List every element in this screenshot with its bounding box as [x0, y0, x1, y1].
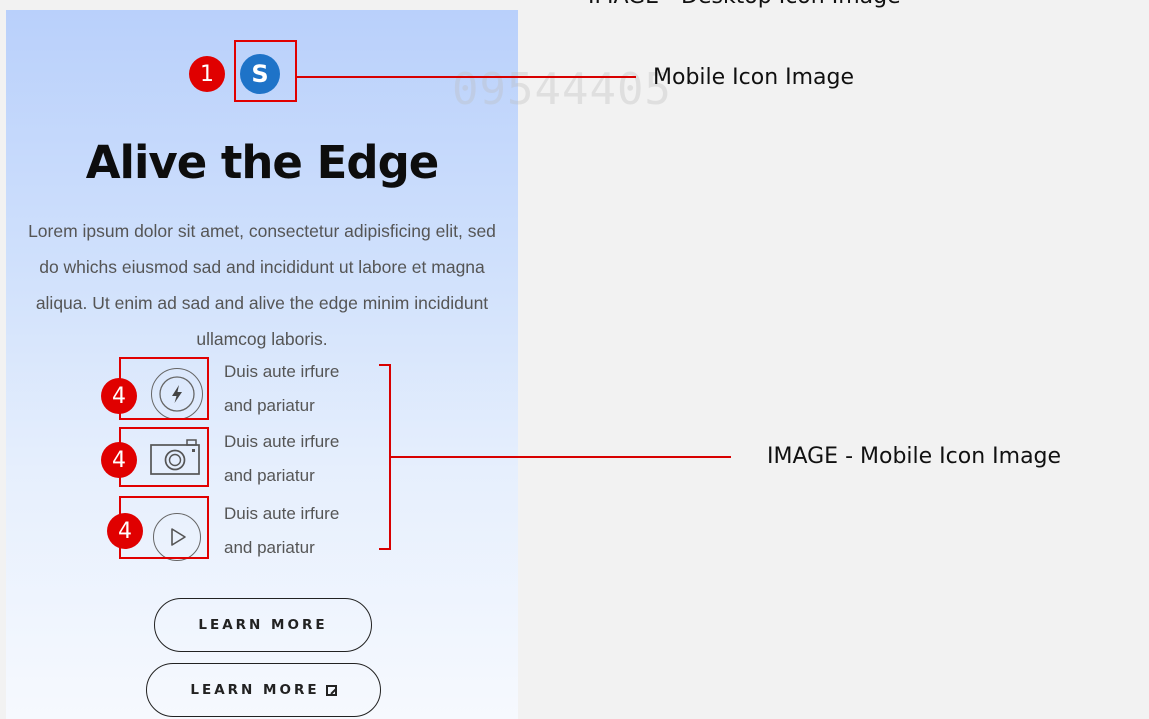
page-headline: Alive the Edge: [85, 136, 440, 189]
annotation-label-mobile-icon: Mobile Icon Image: [653, 65, 855, 90]
top-caption: IMAGE - Desktop Icon Image: [588, 0, 901, 9]
watermark: 09544405: [452, 64, 672, 115]
external-link-icon: [325, 684, 337, 696]
annotation-label-mobile-icon-image: IMAGE - Mobile Icon Image: [767, 444, 1062, 469]
feature-line-2b: and pariatur: [224, 466, 315, 485]
learn-more-external-label: LEARN MORE: [190, 682, 320, 698]
mobile-preview: S Alive the Edge Lorem ipsum dolor sit a…: [6, 10, 518, 719]
annotation-marker-1: 1: [189, 56, 225, 92]
feature-line-1b: and pariatur: [224, 396, 315, 415]
annotation-line-brand: [297, 76, 636, 78]
annotation-marker-4c: 4: [107, 513, 143, 549]
feature-line-3a: Duis aute irfure: [224, 504, 340, 523]
body-paragraph: Lorem ipsum dolor sit amet, consectetur …: [28, 221, 496, 349]
bracket-top-tick: [379, 364, 391, 366]
annotation-box-brand-icon: [234, 40, 297, 102]
learn-more-external-button[interactable]: LEARN MORE: [146, 663, 381, 717]
feature-text-1: Duis aute irfure and pariatur: [224, 355, 404, 423]
learn-more-label: LEARN MORE: [198, 617, 328, 633]
annotation-line-features: [391, 456, 731, 458]
feature-text-2: Duis aute irfure and pariatur: [224, 425, 404, 493]
feature-line-1a: Duis aute irfure: [224, 362, 340, 381]
learn-more-button[interactable]: LEARN MORE: [154, 598, 372, 652]
feature-line-2a: Duis aute irfure: [224, 432, 340, 451]
feature-text-3: Duis aute irfure and pariatur: [224, 497, 404, 565]
annotation-marker-4b: 4: [101, 442, 137, 478]
bracket-bottom-tick: [379, 548, 391, 550]
annotation-marker-4a: 4: [101, 378, 137, 414]
feature-line-3b: and pariatur: [224, 538, 315, 557]
